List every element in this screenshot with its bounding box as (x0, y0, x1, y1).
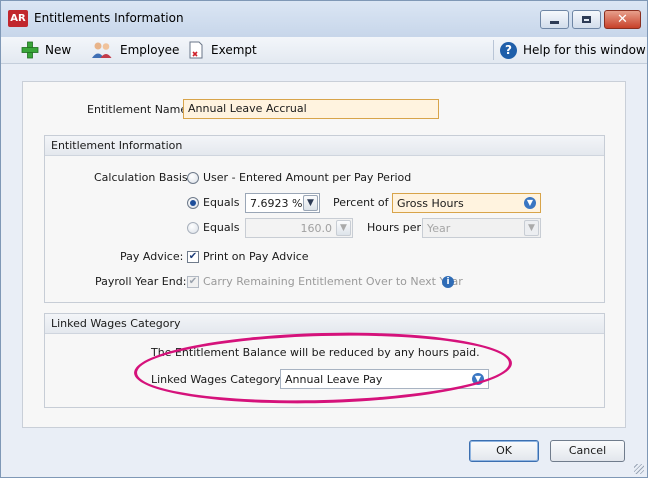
minimize-button[interactable] (540, 10, 569, 29)
chevron-down-icon[interactable]: ▼ (303, 195, 318, 211)
cancel-button[interactable]: Cancel (550, 440, 625, 462)
percent-of-label: Percent of (333, 196, 389, 209)
title-bar: AR Entitlements Information ✕ (1, 1, 647, 37)
ok-button[interactable]: OK (469, 440, 539, 462)
close-icon: ✕ (617, 12, 628, 27)
employee-icon (92, 42, 112, 58)
entitlements-window: AR Entitlements Information ✕ New Employ… (0, 0, 648, 478)
equals-percent-label: Equals (203, 196, 240, 209)
carry-over-checkbox[interactable]: ✔ (187, 276, 199, 288)
employee-button[interactable]: Employee (90, 41, 179, 59)
hours-amount-value: 160.0 (300, 222, 333, 235)
print-on-pay-advice-checkbox[interactable]: ✔ (187, 251, 199, 263)
chevron-down-icon: ▼ (524, 220, 539, 236)
new-button[interactable]: New (21, 41, 71, 59)
exempt-icon (189, 41, 203, 59)
dropdown-icon: ▼ (524, 197, 536, 209)
employee-label: Employee (120, 43, 180, 57)
maximize-icon (582, 16, 591, 23)
window-title: Entitlements Information (34, 11, 184, 25)
plus-icon (21, 41, 39, 59)
payroll-year-end-label: Payroll Year End: (95, 275, 187, 288)
maximize-button[interactable] (572, 10, 601, 29)
percent-of-select[interactable]: Gross Hours ▼ (392, 193, 541, 213)
exempt-label: Exempt (211, 43, 257, 57)
percent-amount-input[interactable]: 7.6923 % ▼ (245, 193, 320, 213)
pay-advice-label: Pay Advice: (120, 250, 184, 263)
help-label: Help for this window (523, 43, 646, 57)
entitlement-information-group: Entitlement Information Calculation Basi… (44, 135, 605, 303)
carry-over-label: Carry Remaining Entitlement Over to Next… (203, 275, 463, 288)
toolbar-separator (493, 40, 494, 60)
equals-hours-label: Equals (203, 221, 240, 234)
percent-of-value: Gross Hours (397, 197, 464, 210)
help-icon: ? (500, 41, 517, 59)
toolbar: New Employee Exempt ? Help for this wind… (1, 37, 647, 64)
entitlement-name-input[interactable]: Annual Leave Accrual (183, 99, 439, 119)
info-icon[interactable]: i (442, 276, 454, 288)
user-entered-label: User - Entered Amount per Pay Period (203, 171, 412, 184)
print-on-pay-advice-label: Print on Pay Advice (203, 250, 309, 263)
new-label: New (45, 43, 72, 57)
close-button[interactable]: ✕ (604, 10, 641, 29)
radio-equals-hours[interactable] (187, 222, 199, 234)
minimize-icon (550, 21, 559, 24)
calculation-basis-label: Calculation Basis: (94, 171, 192, 184)
exempt-button[interactable]: Exempt (187, 41, 257, 59)
app-logo-icon: AR (8, 10, 28, 27)
radio-user-entered[interactable] (187, 172, 199, 184)
help-button[interactable]: ? Help for this window (500, 41, 646, 59)
hours-per-value: Year (427, 222, 451, 235)
percent-amount-value: 7.6923 % (250, 197, 303, 210)
entitlement-information-header: Entitlement Information (45, 136, 604, 156)
linked-wages-header: Linked Wages Category (45, 314, 604, 334)
entitlement-name-label: Entitlement Name: (87, 103, 191, 116)
hours-amount-input[interactable]: 160.0 ▼ (245, 218, 353, 238)
radio-equals-percent[interactable] (187, 197, 199, 209)
hours-per-label: Hours per (367, 221, 421, 234)
chevron-down-icon[interactable]: ▼ (336, 220, 351, 236)
hours-per-select[interactable]: Year ▼ (422, 218, 541, 238)
resize-grip-icon[interactable] (634, 464, 644, 474)
